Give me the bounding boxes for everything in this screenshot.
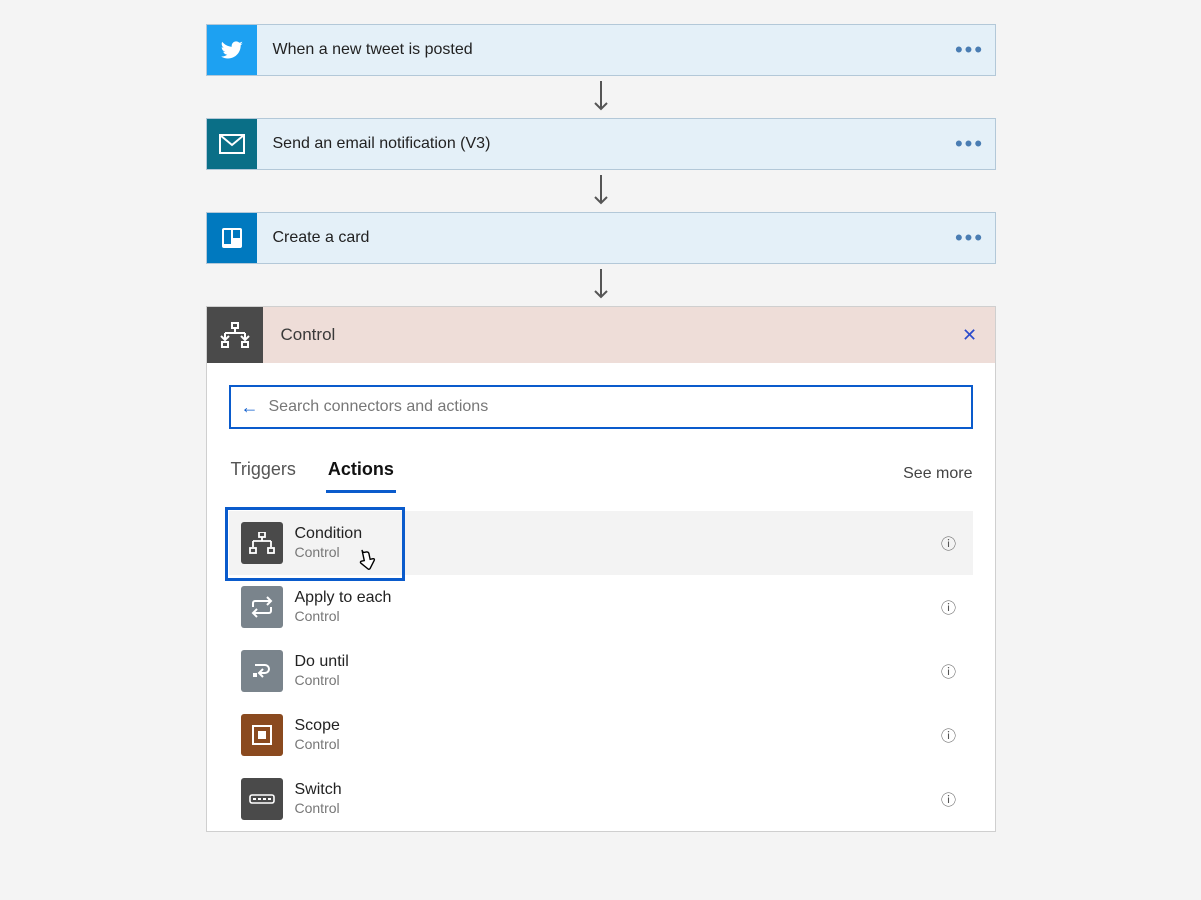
twitter-icon	[207, 25, 257, 75]
see-more-link[interactable]: See more	[903, 465, 972, 493]
scope-icon	[241, 714, 283, 756]
flow-step-trello[interactable]: Create a card •••	[206, 212, 996, 264]
picker-tabs: Triggers Actions	[229, 453, 396, 493]
panel-title: Control	[263, 325, 945, 345]
flow-step-twitter[interactable]: When a new tweet is posted •••	[206, 24, 996, 76]
actions-list: Condition Control ⓘ Apply to each Contro…	[229, 511, 973, 831]
action-item-switch[interactable]: Switch Control ⓘ	[229, 767, 973, 831]
flow-arrow	[0, 76, 1201, 118]
tab-triggers[interactable]: Triggers	[229, 453, 298, 493]
action-title: Do until	[295, 652, 933, 672]
close-icon[interactable]: ✕	[945, 325, 995, 346]
action-title: Apply to each	[295, 588, 933, 608]
info-icon[interactable]: ⓘ	[933, 661, 965, 682]
action-subtitle: Control	[295, 544, 933, 562]
flow-arrow	[0, 264, 1201, 306]
switch-icon	[241, 778, 283, 820]
action-subtitle: Control	[295, 736, 933, 754]
flow-step-label: When a new tweet is posted	[257, 41, 945, 59]
condition-icon	[241, 522, 283, 564]
panel-header: Control ✕	[207, 307, 995, 363]
flow-step-email[interactable]: Send an email notification (V3) •••	[206, 118, 996, 170]
action-item-condition[interactable]: Condition Control ⓘ	[229, 511, 973, 575]
action-title: Switch	[295, 780, 933, 800]
control-icon	[207, 307, 263, 363]
more-icon[interactable]: •••	[945, 131, 995, 157]
action-item-dountil[interactable]: Do until Control ⓘ	[229, 639, 973, 703]
trello-icon	[207, 213, 257, 263]
action-subtitle: Control	[295, 608, 933, 626]
info-icon[interactable]: ⓘ	[933, 597, 965, 618]
email-icon	[207, 119, 257, 169]
info-icon[interactable]: ⓘ	[933, 725, 965, 746]
back-arrow-icon[interactable]: ←	[241, 398, 259, 416]
dountil-icon	[241, 650, 283, 692]
flow-step-label: Send an email notification (V3)	[257, 135, 945, 153]
search-container: ←	[229, 385, 973, 429]
more-icon[interactable]: •••	[945, 37, 995, 63]
info-icon[interactable]: ⓘ	[933, 533, 965, 554]
action-subtitle: Control	[295, 800, 933, 818]
action-subtitle: Control	[295, 672, 933, 690]
action-title: Scope	[295, 716, 933, 736]
action-picker-panel: Control ✕ ← Triggers Actions See more	[206, 306, 996, 832]
flow-step-label: Create a card	[257, 229, 945, 247]
tab-actions[interactable]: Actions	[326, 453, 396, 493]
action-item-scope[interactable]: Scope Control ⓘ	[229, 703, 973, 767]
search-input[interactable]	[267, 397, 961, 417]
flow-arrow	[0, 170, 1201, 212]
more-icon[interactable]: •••	[945, 225, 995, 251]
apply-icon	[241, 586, 283, 628]
info-icon[interactable]: ⓘ	[933, 789, 965, 810]
action-item-apply[interactable]: Apply to each Control ⓘ	[229, 575, 973, 639]
action-title: Condition	[295, 524, 933, 544]
